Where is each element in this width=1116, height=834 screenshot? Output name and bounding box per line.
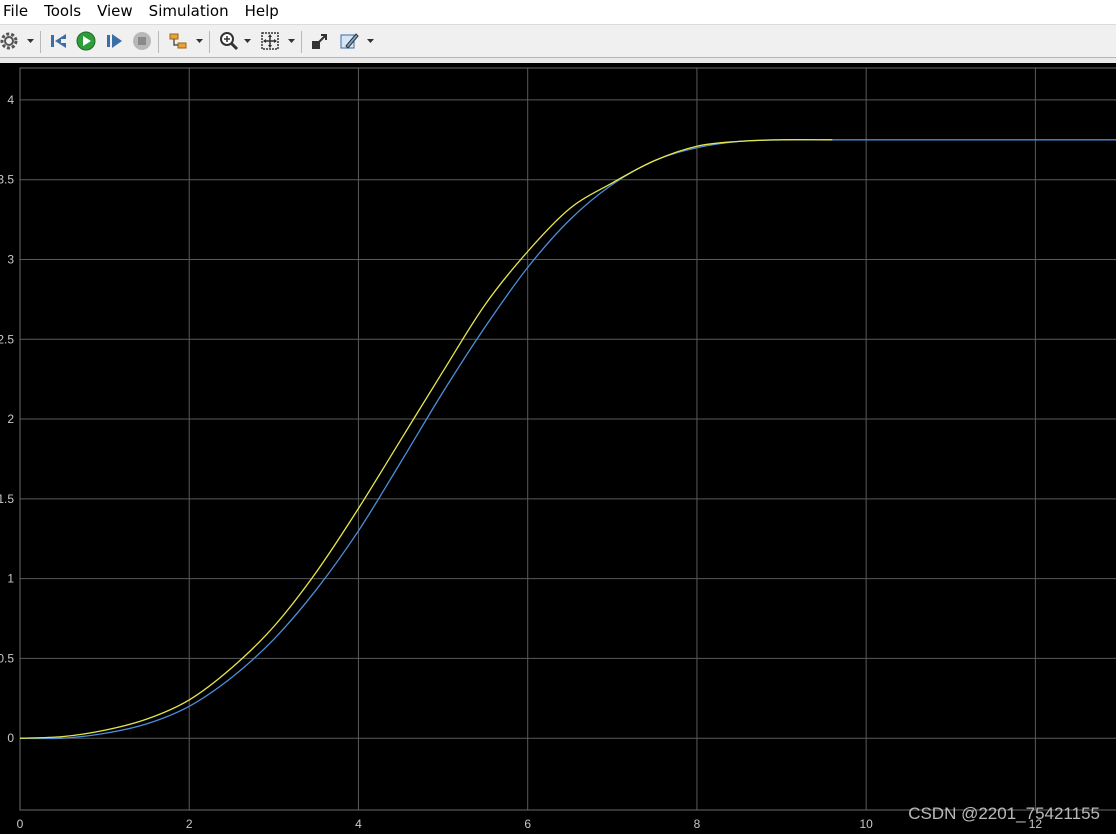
toolbar-separator bbox=[209, 31, 210, 53]
menu-file[interactable]: File bbox=[0, 0, 36, 24]
menu-view[interactable]: View bbox=[89, 0, 141, 24]
series-line-2 bbox=[19, 139, 1116, 740]
zoom-dropdown-icon[interactable] bbox=[243, 37, 251, 45]
y-tick-label: 0.5 bbox=[0, 651, 14, 665]
autoscale-icon[interactable] bbox=[307, 28, 333, 54]
gear-icon[interactable] bbox=[0, 28, 22, 54]
menu-tools[interactable]: Tools bbox=[36, 0, 89, 24]
step-back-icon[interactable] bbox=[46, 28, 72, 54]
x-tick-label: 4 bbox=[355, 817, 362, 831]
y-tick-label: 2.5 bbox=[0, 332, 14, 346]
toolbar-separator bbox=[40, 31, 41, 53]
y-tick-label: 4 bbox=[7, 93, 14, 107]
menu-simulation[interactable]: Simulation bbox=[141, 0, 237, 24]
y-tick-label: 1 bbox=[7, 572, 14, 586]
grid-lines bbox=[19, 68, 1116, 810]
x-tick-label: 10 bbox=[859, 817, 873, 831]
fit-dropdown-icon[interactable] bbox=[287, 37, 295, 45]
menu-bar: File Tools View Simulation Help bbox=[0, 0, 1116, 24]
highlight-dropdown-icon[interactable] bbox=[366, 37, 374, 45]
x-tick-label: 2 bbox=[186, 817, 193, 831]
x-tick-label: 8 bbox=[694, 817, 701, 831]
toolbar-separator bbox=[158, 31, 159, 53]
y-tick-label: 1.5 bbox=[0, 492, 14, 506]
y-tick-label: 3.5 bbox=[0, 173, 14, 187]
y-tick-label: 2 bbox=[7, 412, 14, 426]
signal-selector-icon[interactable] bbox=[165, 28, 191, 54]
zoom-in-icon[interactable] bbox=[216, 28, 242, 54]
highlight-icon[interactable] bbox=[336, 28, 362, 54]
y-tick-label: 0 bbox=[7, 731, 14, 745]
series-lines bbox=[19, 139, 1116, 740]
series-line-1 bbox=[19, 139, 833, 739]
scope-plot: 0 2 4 6 8 10 1200.511.522.533.54 bbox=[0, 67, 1116, 831]
menu-help[interactable]: Help bbox=[237, 0, 287, 24]
step-forward-icon[interactable] bbox=[101, 28, 127, 54]
scope-display: 0 2 4 6 8 10 12 0 0.5 1 1.5 2 2.5 3 3.5 4 CSDN @2201_75… bbox=[0, 63, 1116, 834]
stop-icon[interactable] bbox=[129, 28, 155, 54]
fit-to-view-icon[interactable] bbox=[257, 28, 283, 54]
toolbar-separator bbox=[301, 31, 302, 53]
y-tick-label: 3 bbox=[7, 252, 14, 266]
signal-dropdown-icon[interactable] bbox=[195, 37, 203, 45]
gear-dropdown-icon[interactable] bbox=[26, 37, 34, 45]
run-icon[interactable] bbox=[73, 28, 99, 54]
x-tick-label: 0 bbox=[17, 817, 24, 831]
watermark-text: CSDN @2201_75421155 bbox=[908, 804, 1100, 823]
x-tick-label: 6 bbox=[524, 817, 531, 831]
toolbar bbox=[0, 24, 1116, 58]
